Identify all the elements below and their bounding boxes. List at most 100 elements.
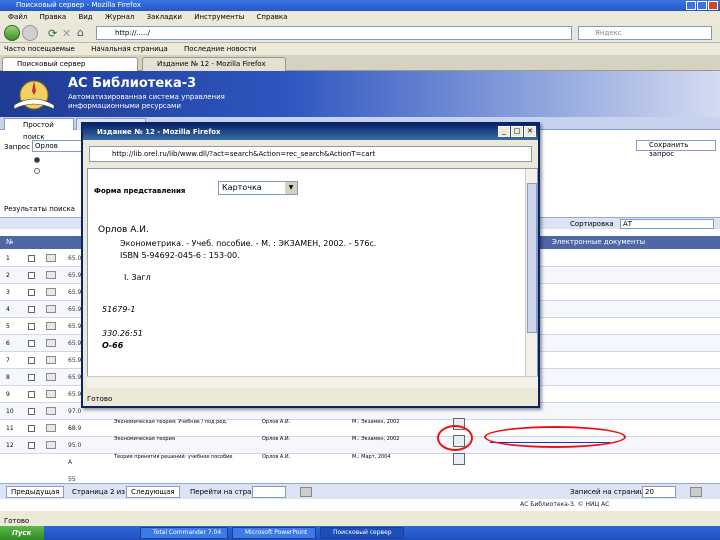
row-action-icon[interactable] [46, 424, 56, 432]
row-action-icon[interactable] [46, 339, 56, 347]
menu-edit[interactable]: Правка [40, 13, 67, 21]
search-input[interactable]: Орлов [32, 140, 88, 152]
web-search-placeholder: Яндекс [595, 29, 622, 37]
menu-history[interactable]: Журнал [105, 13, 134, 21]
home-icon[interactable]: ⌂ [77, 26, 84, 39]
row-action-icon[interactable] [46, 441, 56, 449]
tab-bar: Поисковый сервер Издание № 12 - Mozilla … [0, 55, 720, 71]
close-icon[interactable]: ✕ [524, 126, 536, 137]
row-checkbox[interactable] [28, 408, 35, 415]
prev-page-button[interactable]: Предыдущая [6, 486, 65, 498]
popup-url-bar[interactable]: http://lib.orel.ru/lib/www.dll/?act=sear… [89, 146, 532, 162]
close-icon[interactable] [708, 1, 718, 10]
footer-text: АС Библиотека-3. © НИЦ АС [520, 501, 610, 508]
row-number: 1 [6, 255, 10, 262]
bookmarks-bar: Часто посещаемые Начальная страница Посл… [0, 43, 720, 55]
col-number: № [6, 238, 14, 246]
count-input[interactable]: 20 [642, 486, 676, 498]
row-checkbox[interactable] [28, 272, 35, 279]
row-checkbox[interactable] [28, 374, 35, 381]
menu-tools[interactable]: Инструменты [194, 13, 244, 21]
taskbar-item[interactable]: Microsoft PowerPoint [232, 527, 316, 539]
row-number: 10 [6, 408, 14, 415]
row-checkbox[interactable] [28, 442, 35, 449]
maximize-icon[interactable]: □ [511, 126, 523, 137]
row-checkbox[interactable] [28, 425, 35, 432]
taskbar-label: Total Commander 7.04 [153, 529, 222, 536]
menu-help[interactable]: Справка [257, 13, 288, 21]
window-title: Поисковый сервер - Mozilla Firefox [0, 0, 720, 11]
scroll-thumb[interactable] [527, 183, 537, 333]
popup-content: Форма представления Карточка ▼ Орлов А.И… [87, 168, 538, 388]
row-pub: М.: Экзамен, 2002 [352, 436, 400, 442]
back-button[interactable] [4, 25, 20, 41]
row-action-icon[interactable] [46, 356, 56, 364]
radio-option[interactable] [34, 157, 40, 163]
row-number: 8 [6, 374, 10, 381]
url-bar[interactable]: http://...../ [96, 26, 572, 40]
start-button[interactable]: Пуск [0, 526, 44, 540]
row-checkbox[interactable] [28, 306, 35, 313]
results-label: Результаты поиска [4, 205, 75, 213]
tab-search-server[interactable]: Поисковый сервер [2, 57, 138, 71]
taskbar-item[interactable]: Total Commander 7.04 [140, 527, 228, 539]
row-pub: М.: Март, 2004 [352, 454, 391, 460]
row-action-icon[interactable] [46, 407, 56, 415]
goto-input[interactable] [252, 486, 286, 498]
row-code: 65.9 [68, 340, 82, 347]
row-checkbox[interactable] [28, 289, 35, 296]
row-number: 7 [6, 357, 10, 364]
row-action-icon[interactable] [46, 322, 56, 330]
row-checkbox[interactable] [28, 357, 35, 364]
stop-icon[interactable]: ✕ [62, 27, 71, 40]
row-author: Орлов А.И. [262, 436, 291, 442]
row-checkbox[interactable] [28, 323, 35, 330]
app-brand: АС Библиотека-3 [68, 76, 197, 91]
taskbar: Пуск Total Commander 7.04 Microsoft Powe… [0, 526, 720, 540]
forward-button[interactable] [22, 25, 38, 41]
menu-file[interactable]: Файл [8, 13, 27, 21]
taskbar-item[interactable]: Поисковый сервер [320, 527, 404, 539]
card-line2: ISBN 5-94692-045-6 : 153-00. [120, 251, 240, 260]
row-action-icon[interactable] [46, 254, 56, 262]
row-action-icon[interactable] [46, 288, 56, 296]
row-action-icon[interactable] [46, 373, 56, 381]
row-action-icon[interactable] [46, 305, 56, 313]
minimize-icon[interactable] [686, 1, 696, 10]
popup-hscrollbar[interactable] [87, 376, 538, 388]
row-checkbox[interactable] [28, 391, 35, 398]
go-icon[interactable] [300, 487, 312, 497]
menu-view[interactable]: Вид [78, 13, 92, 21]
row-checkbox[interactable] [28, 255, 35, 262]
tab-simple-search[interactable]: Простой поиск [4, 118, 74, 141]
minimize-icon[interactable]: _ [498, 126, 510, 137]
window-controls[interactable] [686, 1, 718, 10]
form-select[interactable]: Карточка ▼ [218, 181, 298, 195]
popup-scrollbar[interactable] [525, 169, 537, 387]
tab-edition[interactable]: Издание № 12 - Mozilla Firefox [142, 57, 286, 71]
app-brand-subtitle: Автоматизированная система управления ин… [68, 93, 225, 110]
bookmark-item[interactable]: Начальная страница [91, 45, 168, 53]
maximize-icon[interactable] [697, 1, 707, 10]
url-text: http://...../ [115, 29, 150, 37]
menu-bookmarks[interactable]: Закладки [147, 13, 182, 21]
reload-icon[interactable]: ⟳ [48, 27, 57, 40]
save-query-label: Сохранить запрос [649, 141, 689, 158]
row-checkbox[interactable] [28, 340, 35, 347]
next-page-button[interactable]: Следующая [126, 486, 180, 498]
row-action-icon[interactable] [46, 271, 56, 279]
bookmark-item[interactable]: Часто посещаемые [4, 45, 75, 53]
chevron-down-icon[interactable]: ▼ [285, 182, 297, 194]
row-action-icon[interactable] [46, 390, 56, 398]
row-code: 65.9 [68, 374, 82, 381]
document-icon[interactable] [453, 453, 465, 465]
save-query-button[interactable]: Сохранить запрос [636, 140, 716, 158]
popup-title-text: Издание № 12 - Mozilla Firefox [97, 128, 221, 136]
highlight-ring [437, 425, 473, 451]
bookmark-item[interactable]: Последние новости [184, 45, 256, 53]
sort-select[interactable]: АТ [620, 219, 714, 229]
go-icon[interactable] [690, 487, 702, 497]
web-search-input[interactable]: Яндекс [578, 26, 712, 40]
count-value: 20 [645, 488, 654, 496]
radio-option[interactable] [34, 168, 40, 174]
